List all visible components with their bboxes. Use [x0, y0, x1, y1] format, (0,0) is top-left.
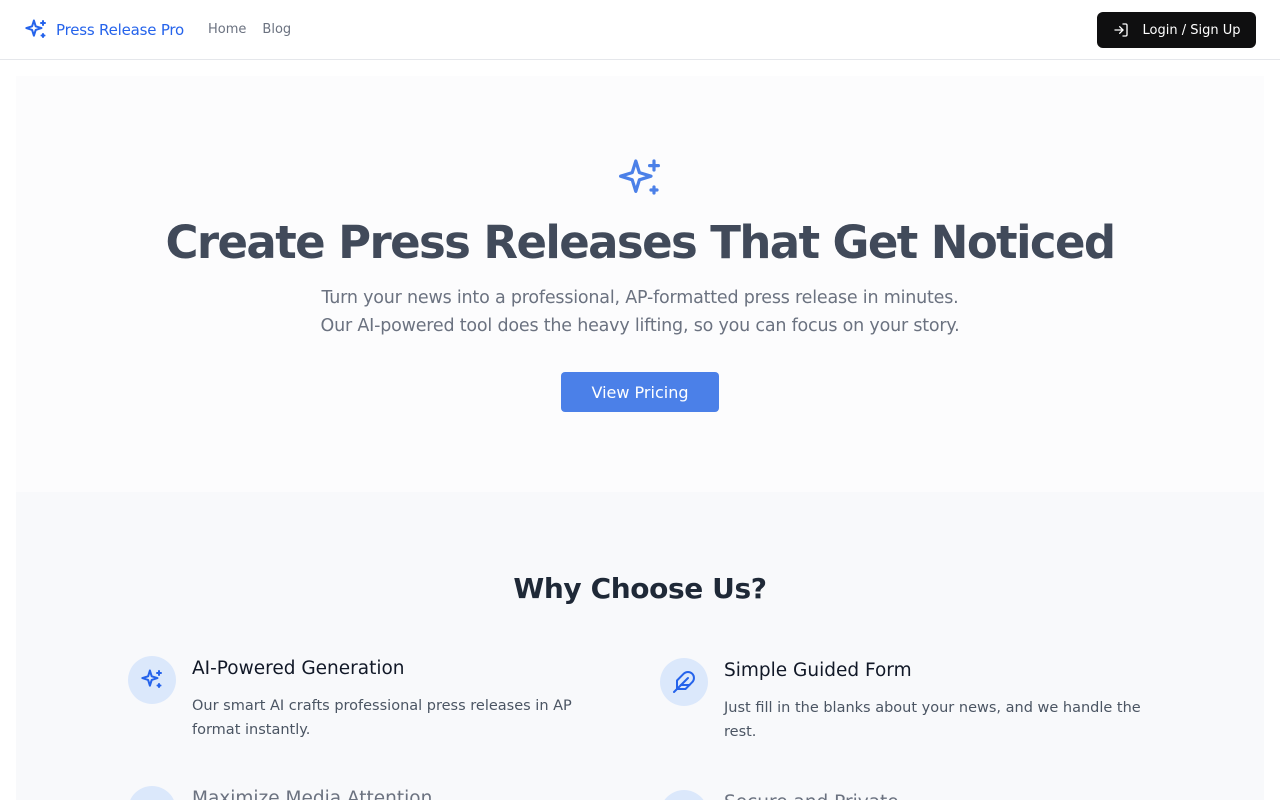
sparkles-icon: [616, 156, 664, 204]
feather-icon: [672, 670, 696, 694]
hero-section: Create Press Releases That Get Noticed T…: [16, 76, 1264, 492]
brand-logo-link[interactable]: Press Release Pro: [24, 18, 184, 42]
top-navbar: Press Release Pro Home Blog Login / Sign…: [0, 0, 1280, 60]
nav-links: Home Blog: [200, 22, 299, 37]
feature-title: Secure and Private: [724, 792, 899, 800]
nav-link-home[interactable]: Home: [200, 22, 254, 37]
feature-title: Maximize Media Attention: [192, 788, 433, 800]
feature-title: AI-Powered Generation: [192, 658, 405, 679]
hero-title: Create Press Releases That Get Noticed: [165, 216, 1117, 269]
hero-subtitle-line-2: Our AI-powered tool does the heavy lifti…: [320, 316, 960, 336]
login-signup-button[interactable]: Login / Sign Up: [1097, 12, 1256, 48]
feature-icon-circle: [128, 656, 176, 704]
feature-title: Simple Guided Form: [724, 660, 912, 681]
brand-name: Press Release Pro: [56, 20, 185, 39]
section-title: Why Choose Us?: [513, 572, 767, 605]
view-pricing-button[interactable]: View Pricing: [561, 372, 719, 412]
feature-icon-circle: [660, 658, 708, 706]
feature-icon-circle: [128, 786, 176, 800]
sparkles-icon: [140, 668, 164, 692]
log-in-icon: [1113, 22, 1129, 38]
sparkles-icon: [24, 18, 48, 42]
login-signup-label: Login / Sign Up: [1142, 22, 1241, 38]
hero-subtitle-line-1: Turn your news into a professional, AP-f…: [321, 288, 959, 308]
feature-icon-circle: [660, 790, 708, 800]
why-choose-us-section: Why Choose Us? AI-Powered Generation Our…: [16, 492, 1264, 800]
feature-description: Just fill in the blanks about your news,…: [724, 700, 1141, 740]
nav-link-blog[interactable]: Blog: [254, 22, 299, 37]
hero-subtitle: Turn your news into a professional, AP-f…: [16, 284, 1264, 340]
feature-description: Our smart AI crafts professional press r…: [192, 698, 572, 738]
